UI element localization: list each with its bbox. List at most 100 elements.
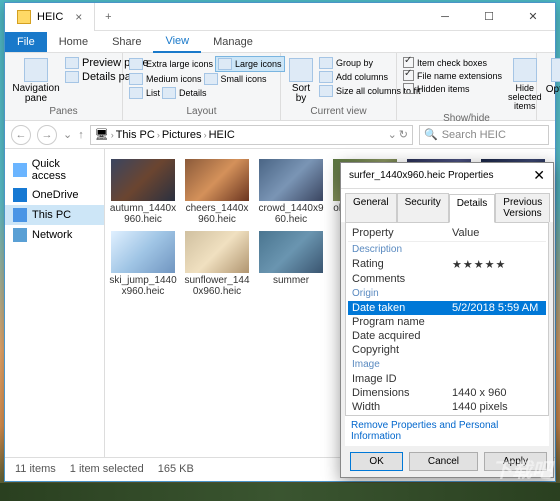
l-icon — [218, 58, 232, 70]
item-count: 11 items — [15, 463, 56, 475]
forward-button[interactable]: → — [37, 125, 57, 145]
chevron-down-icon[interactable]: ⌄ — [63, 128, 72, 141]
sort-by-button[interactable]: Sort by — [287, 56, 315, 106]
new-tab-button[interactable]: + — [95, 11, 121, 23]
ok-button[interactable]: OK — [350, 452, 402, 471]
pane-icon — [24, 58, 48, 82]
property-row[interactable]: Program name — [348, 315, 546, 329]
file-item[interactable]: ski_jump_1440x960.heic — [109, 231, 177, 297]
preview-icon — [65, 57, 79, 69]
window-controls: ─ ☐ ✕ — [423, 3, 555, 31]
file-item[interactable]: autumn_1440x960.heic — [109, 159, 177, 225]
det-icon — [162, 87, 176, 99]
dialog-tabs: GeneralSecurityDetailsPrevious Versions — [341, 189, 553, 222]
layout-small[interactable]: Small icons — [204, 72, 267, 86]
m-icon — [129, 73, 143, 85]
tab-heic[interactable]: HEIC × — [5, 3, 95, 31]
selected-size: 165 KB — [158, 463, 194, 475]
properties-dialog: surfer_1440x960.heic Properties ✕ Genera… — [340, 162, 554, 478]
sidebar-icon — [13, 163, 27, 177]
sidebar-item-this-pc[interactable]: This PC — [5, 205, 104, 225]
sizecol-icon — [319, 85, 333, 97]
layout-large[interactable]: Large icons — [215, 56, 285, 72]
layout-details[interactable]: Details — [162, 86, 207, 100]
titlebar: HEIC × + ─ ☐ ✕ — [5, 3, 555, 31]
file-name: autumn_1440x960.heic — [109, 203, 177, 225]
crumb[interactable]: This PC — [116, 129, 155, 141]
close-button[interactable]: ✕ — [511, 3, 555, 31]
property-row[interactable]: Copyright — [348, 343, 546, 357]
properties-list[interactable]: PropertyValue DescriptionRating★★★★★Comm… — [345, 222, 549, 416]
s-icon — [204, 73, 218, 85]
sidebar-item-quick-access[interactable]: Quick access — [5, 155, 104, 185]
minimize-button[interactable]: ─ — [423, 3, 467, 31]
property-row[interactable]: Rating★★★★★ — [348, 257, 546, 272]
tab-share[interactable]: Share — [100, 32, 153, 52]
navigation-pane-button[interactable]: Navigation pane — [11, 56, 61, 106]
file-item[interactable]: cheers_1440x960.heic — [183, 159, 251, 225]
property-section: Origin — [348, 286, 546, 301]
sidebar-item-network[interactable]: Network — [5, 225, 104, 245]
list-icon — [129, 87, 143, 99]
address-bar: ← → ⌄ ↑ 🖥 › This PC › Pictures › HEIC ⌄ … — [5, 121, 555, 149]
layout-list[interactable]: List — [129, 86, 160, 100]
extensions-toggle[interactable]: File name extensions — [403, 69, 502, 82]
tab-details[interactable]: Details — [449, 194, 496, 223]
check-boxes-toggle[interactable]: Item check boxes — [403, 56, 502, 69]
property-section: Description — [348, 242, 546, 257]
property-row[interactable]: Dimensions1440 x 960 — [348, 386, 546, 400]
ribbon: Navigation pane Preview pane Details pan… — [5, 53, 555, 121]
maximize-button[interactable]: ☐ — [467, 3, 511, 31]
details-icon — [65, 71, 79, 83]
cancel-button[interactable]: Cancel — [409, 452, 478, 471]
sidebar: Quick accessOneDriveThis PC Network — [5, 149, 105, 457]
close-icon[interactable]: ✕ — [533, 167, 545, 184]
selected-count: 1 item selected — [70, 463, 144, 475]
xl-icon — [129, 58, 143, 70]
layout-xl[interactable]: Extra large icons — [129, 56, 213, 72]
breadcrumb[interactable]: 🖥 › This PC › Pictures › HEIC ⌄ ↻ — [90, 125, 413, 145]
tab-previous-versions[interactable]: Previous Versions — [495, 193, 550, 222]
options-button[interactable]: Options — [543, 56, 560, 97]
file-item[interactable]: sunflower_1440x960.heic — [183, 231, 251, 297]
tab-view[interactable]: View — [153, 31, 201, 53]
dropdown-icon[interactable]: ⌄ — [388, 128, 397, 141]
property-row[interactable]: Date acquired — [348, 329, 546, 343]
crumb[interactable]: Pictures — [162, 129, 202, 141]
property-row[interactable]: Comments — [348, 272, 546, 286]
group-icon — [319, 57, 333, 69]
sidebar-item-onedrive[interactable]: OneDrive — [5, 185, 104, 205]
hidden-items-toggle[interactable]: Hidden items — [403, 82, 502, 95]
sidebar-icon — [13, 228, 27, 242]
thumbnail — [111, 231, 175, 273]
crumb[interactable]: HEIC — [209, 129, 235, 141]
refresh-icon[interactable]: ↻ — [399, 128, 408, 141]
checkbox-icon — [403, 70, 414, 81]
ribbon-tabs: File Home Share View Manage — [5, 31, 555, 53]
property-row[interactable]: Date taken5/2/2018 5:59 AM — [348, 301, 546, 315]
tab-file[interactable]: File — [5, 32, 47, 52]
sidebar-icon — [13, 208, 27, 222]
remove-properties-link[interactable]: Remove Properties and Personal Informati… — [345, 416, 549, 446]
tab-security[interactable]: Security — [397, 193, 449, 222]
layout-medium[interactable]: Medium icons — [129, 72, 202, 86]
pc-icon: 🖥 — [95, 128, 109, 141]
thumbnail — [185, 231, 249, 273]
folder-icon — [17, 10, 31, 24]
dialog-titlebar: surfer_1440x960.heic Properties ✕ — [341, 163, 553, 189]
close-icon[interactable]: × — [75, 10, 82, 24]
search-icon: 🔍 — [424, 128, 438, 141]
checkbox-icon — [403, 57, 414, 68]
checkbox-icon — [403, 83, 414, 94]
file-item[interactable]: summer — [257, 231, 325, 297]
property-row[interactable]: Image ID — [348, 372, 546, 386]
tab-general[interactable]: General — [345, 193, 397, 222]
up-button[interactable]: ↑ — [78, 129, 84, 141]
search-input[interactable]: 🔍 Search HEIC — [419, 125, 549, 145]
file-item[interactable]: crowd_1440x960.heic — [257, 159, 325, 225]
sidebar-label: Network — [32, 229, 72, 241]
tab-manage[interactable]: Manage — [201, 32, 265, 52]
tab-home[interactable]: Home — [47, 32, 100, 52]
back-button[interactable]: ← — [11, 125, 31, 145]
property-row[interactable]: Width1440 pixels — [348, 400, 546, 414]
